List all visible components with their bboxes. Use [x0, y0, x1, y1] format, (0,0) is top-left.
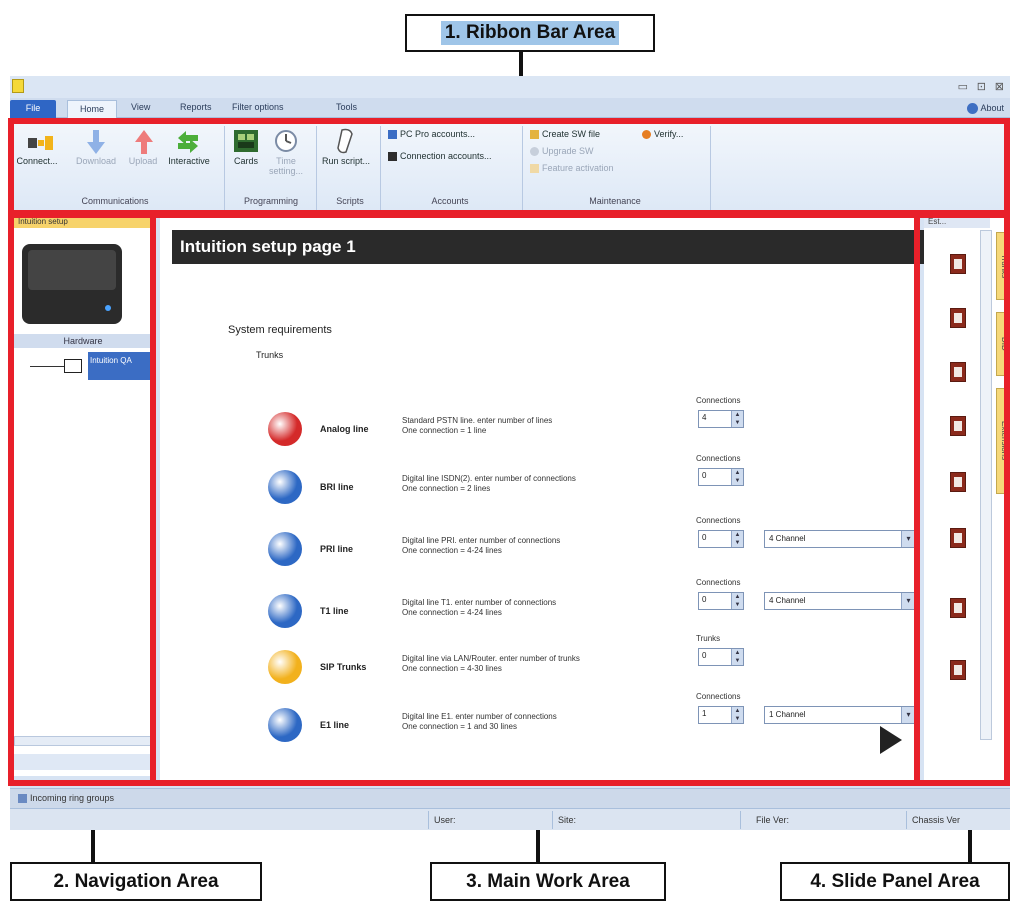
- slide-panel-area-callout: 4. Slide Panel Area: [780, 862, 1010, 901]
- about-button[interactable]: About: [967, 103, 1004, 115]
- status-bar: User: Site: File Ver: Chassis Ver: [10, 808, 1010, 830]
- status-separator: [906, 811, 907, 829]
- tab-filter-options[interactable]: Filter options: [232, 102, 284, 112]
- restore-icon[interactable]: ⊡: [977, 80, 986, 93]
- status-chassis-version: Chassis Ver: [912, 815, 961, 825]
- tab-home[interactable]: Home: [67, 100, 117, 119]
- app-icon: [12, 79, 24, 93]
- close-icon[interactable]: ⊠: [995, 80, 1004, 93]
- ring-groups-icon: [18, 794, 27, 804]
- about-icon: [967, 103, 979, 115]
- navigation-highlight-box: [8, 210, 156, 786]
- status-file-version: File Ver:: [756, 815, 790, 825]
- tab-view[interactable]: View: [131, 102, 150, 112]
- ribbon-tabs: File Home View Reports Filter options To…: [10, 98, 1010, 119]
- ribbon-bar-callout: 1. Ribbon Bar Area: [405, 14, 655, 52]
- status-site: Site:: [558, 815, 577, 825]
- incoming-ring-groups-item[interactable]: Incoming ring groups: [18, 793, 114, 804]
- tab-reports[interactable]: Reports: [180, 102, 212, 112]
- status-separator: [740, 811, 741, 829]
- title-bar: ▭ ⊡ ⊠: [10, 76, 1010, 98]
- navigation-area-callout: 2. Navigation Area: [10, 862, 262, 901]
- status-separator: [552, 811, 553, 829]
- slide-panel-highlight-box: [914, 210, 1010, 786]
- main-work-area-callout: 3. Main Work Area: [430, 862, 666, 901]
- status-user: User:: [434, 815, 456, 825]
- ribbon-highlight-box: [8, 118, 1010, 218]
- status-separator: [428, 811, 429, 829]
- minimize-icon[interactable]: ▭: [958, 80, 968, 93]
- tab-file[interactable]: File: [10, 100, 56, 118]
- main-work-highlight-box: [150, 210, 920, 786]
- taskbar: Incoming ring groups: [10, 788, 1010, 808]
- tab-tools[interactable]: Tools: [336, 102, 357, 112]
